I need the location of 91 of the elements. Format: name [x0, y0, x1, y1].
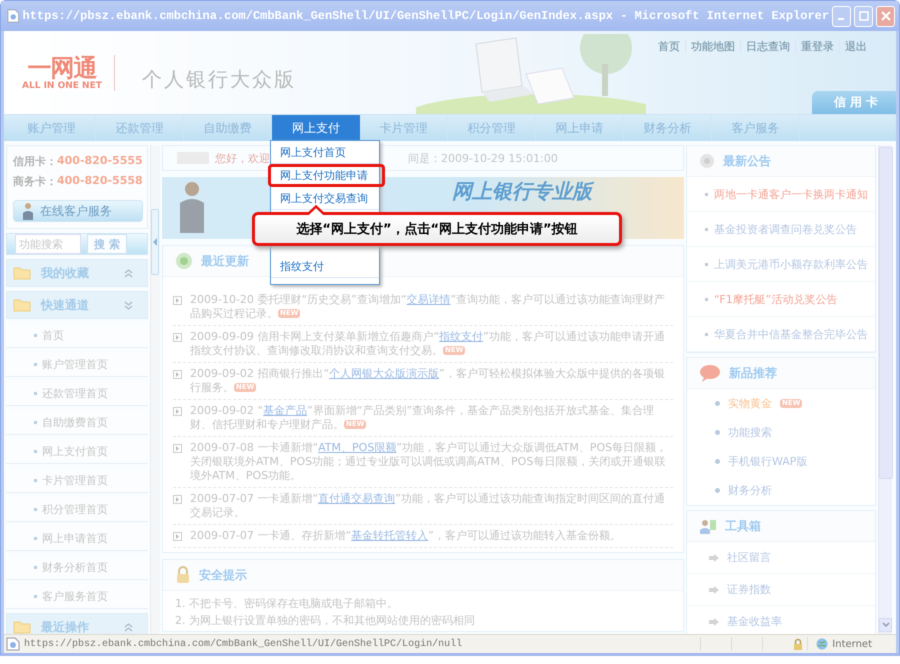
news-link[interactable]: 基金产品: [263, 404, 308, 417]
product-link[interactable]: 手机银行WAP版: [687, 447, 875, 476]
announcement-link[interactable]: 上调美元港币小额存款利率公告: [687, 247, 875, 282]
status-url: https://pbsz.ebank.cmbchina.com/CmbBank_GenShell/UI/GenShellPC/Login/null: [24, 638, 464, 650]
callout-pointer: [306, 205, 326, 215]
menu-item[interactable]: 指纹支付: [271, 255, 379, 278]
news-text: 2009-07-07 一卡通新增“直付通交易查询”功能，客户可以通过该功能查询指定时间区间的直付通交易记录。: [190, 492, 666, 520]
collapse-handle[interactable]: [151, 209, 159, 275]
announcement-link[interactable]: “F1摩托艇”活动兑奖公告: [687, 282, 875, 317]
panel-title: 安全提示: [199, 566, 247, 584]
header-link[interactable]: 功能地图: [685, 39, 740, 54]
announcement-link[interactable]: 基金投资者调查问卷兑奖公告: [687, 212, 875, 247]
minimize-icon: [838, 18, 846, 20]
news-text: 2009-07-07 一卡通、存折新增“基金转托管转入”，客户可以通过该功能转入基金份额。: [190, 529, 621, 543]
scrollbar[interactable]: [878, 145, 892, 634]
people-icon: [699, 518, 717, 534]
tool-link[interactable]: 证券指数: [687, 574, 875, 606]
logo-text: 一网通: [27, 54, 96, 80]
sidebar-section[interactable]: 我的收藏: [6, 259, 148, 287]
lock-icon: [793, 638, 804, 650]
header-link[interactable]: 首页: [653, 39, 685, 54]
edition-title: 个人银行大众版: [142, 66, 296, 93]
header-link[interactable]: 重登录: [795, 39, 839, 54]
folder-icon: [13, 298, 31, 312]
panel-title: 新品推荐: [729, 364, 777, 382]
hotline-number: 400-820-5558: [57, 174, 143, 189]
header-link[interactable]: 日志查询: [740, 39, 795, 54]
card-tab[interactable]: 信用卡: [812, 91, 896, 114]
news-link[interactable]: ATM、POS限额: [318, 441, 396, 454]
bullet-icon: [173, 444, 182, 453]
announcement-link[interactable]: 两地一卡通客户一卡换两卡通知: [687, 177, 875, 212]
close-button[interactable]: [876, 6, 895, 26]
news-link[interactable]: 交易详情: [406, 293, 451, 306]
tool-link[interactable]: 社区留言: [687, 542, 875, 574]
banner-text: 网上银行专业版: [452, 179, 592, 203]
news-link[interactable]: 个人网银大众版演示版: [329, 367, 440, 380]
product-link[interactable]: 财务分析: [687, 476, 875, 505]
minimize-button[interactable]: [832, 6, 852, 26]
chevron-icon[interactable]: [124, 300, 133, 310]
bullet-icon: [173, 495, 182, 504]
security-tip: 2. 为网上银行设置单独的密码，不和其他网站使用的密码相同: [174, 613, 476, 629]
panel-title: 工具箱: [725, 518, 761, 534]
search-field[interactable]: 功能搜索: [15, 234, 81, 254]
arrow-icon: [709, 586, 719, 594]
hotline-label: 商务卡：: [13, 174, 57, 189]
bullet-icon: [173, 296, 182, 305]
chevron-icon[interactable]: [124, 622, 133, 632]
lock-icon: [175, 566, 191, 584]
news-link[interactable]: 基金转托管转入: [351, 529, 428, 542]
panel-title: 最近更新: [201, 252, 249, 270]
close-icon: [880, 11, 890, 21]
security-tip: 1. 不把卡号、密码保存在电脑或电子邮箱中。: [174, 596, 399, 612]
news-text: 2009-07-08 一卡通新增“ATM、POS限额”功能，客户可以通过大众版调低ATM、POS每日限额，关闭银联境外ATM、POS功能；通过专业版可以调低或调高ATM、POS每日限额，关闭或开通银联境外ATM、POS功能。: [190, 441, 668, 483]
bullet-icon: [173, 532, 182, 541]
news-link[interactable]: 直付通交易查询: [318, 492, 396, 505]
login-time: 间是：2009-10-29 15:01:00: [408, 150, 558, 166]
menu-item[interactable]: 网上支付首页: [271, 141, 379, 164]
news-link[interactable]: 指纹支付: [439, 330, 484, 343]
window-title: https://pbsz.ebank.cmbchina.com/CmbBank_GenShell/UI/GenShellPC/Login/GenIndex.aspx - Microsoft Internet Explorer: [22, 9, 830, 23]
page-icon: [6, 637, 20, 651]
sidebar-section[interactable]: 快速通道: [6, 291, 148, 319]
folder-icon: [13, 266, 31, 280]
bullet-icon: [173, 407, 182, 416]
chevron-icon: [882, 622, 890, 628]
hotline-number: 400-820-5555: [57, 154, 143, 169]
instruction-callout: 选择“网上支付”，点击“网上支付功能申请”按钮: [252, 212, 622, 246]
logo-subtitle: ALL IN ONE NET: [22, 80, 102, 90]
maximize-button[interactable]: [854, 6, 874, 26]
search-button[interactable]: 搜 索: [87, 234, 127, 254]
scroll-down-button[interactable]: [879, 618, 892, 632]
zone-label: Internet: [832, 638, 872, 650]
service-button[interactable]: 在线客户服务: [13, 200, 143, 222]
sidebar-section[interactable]: 最近操作: [6, 613, 148, 634]
page-icon: [7, 8, 20, 24]
bullet-icon: [173, 333, 182, 342]
menu-item[interactable]: 网上支付功能申请: [268, 164, 385, 187]
announcement-link[interactable]: 华夏合并中信基金整合完毕公告: [687, 317, 875, 352]
bullet-icon: [173, 370, 182, 379]
globe-icon: [816, 638, 828, 650]
nav-tab[interactable]: 网上支付: [272, 115, 360, 141]
panel-title: 最新公告: [723, 152, 771, 170]
product-link[interactable]: 功能搜索: [687, 418, 875, 447]
chevron-icon[interactable]: [124, 268, 133, 278]
speech-bubble-icon: [699, 364, 721, 382]
maximize-icon: [858, 11, 869, 21]
header-link[interactable]: 退出: [839, 39, 872, 54]
greeting-text: 您好，欢迎: [215, 150, 270, 166]
arrow-icon: [709, 554, 719, 562]
arrow-icon: [709, 618, 719, 626]
hotline-label: 信用卡：: [13, 154, 57, 169]
person-icon: [22, 202, 34, 220]
